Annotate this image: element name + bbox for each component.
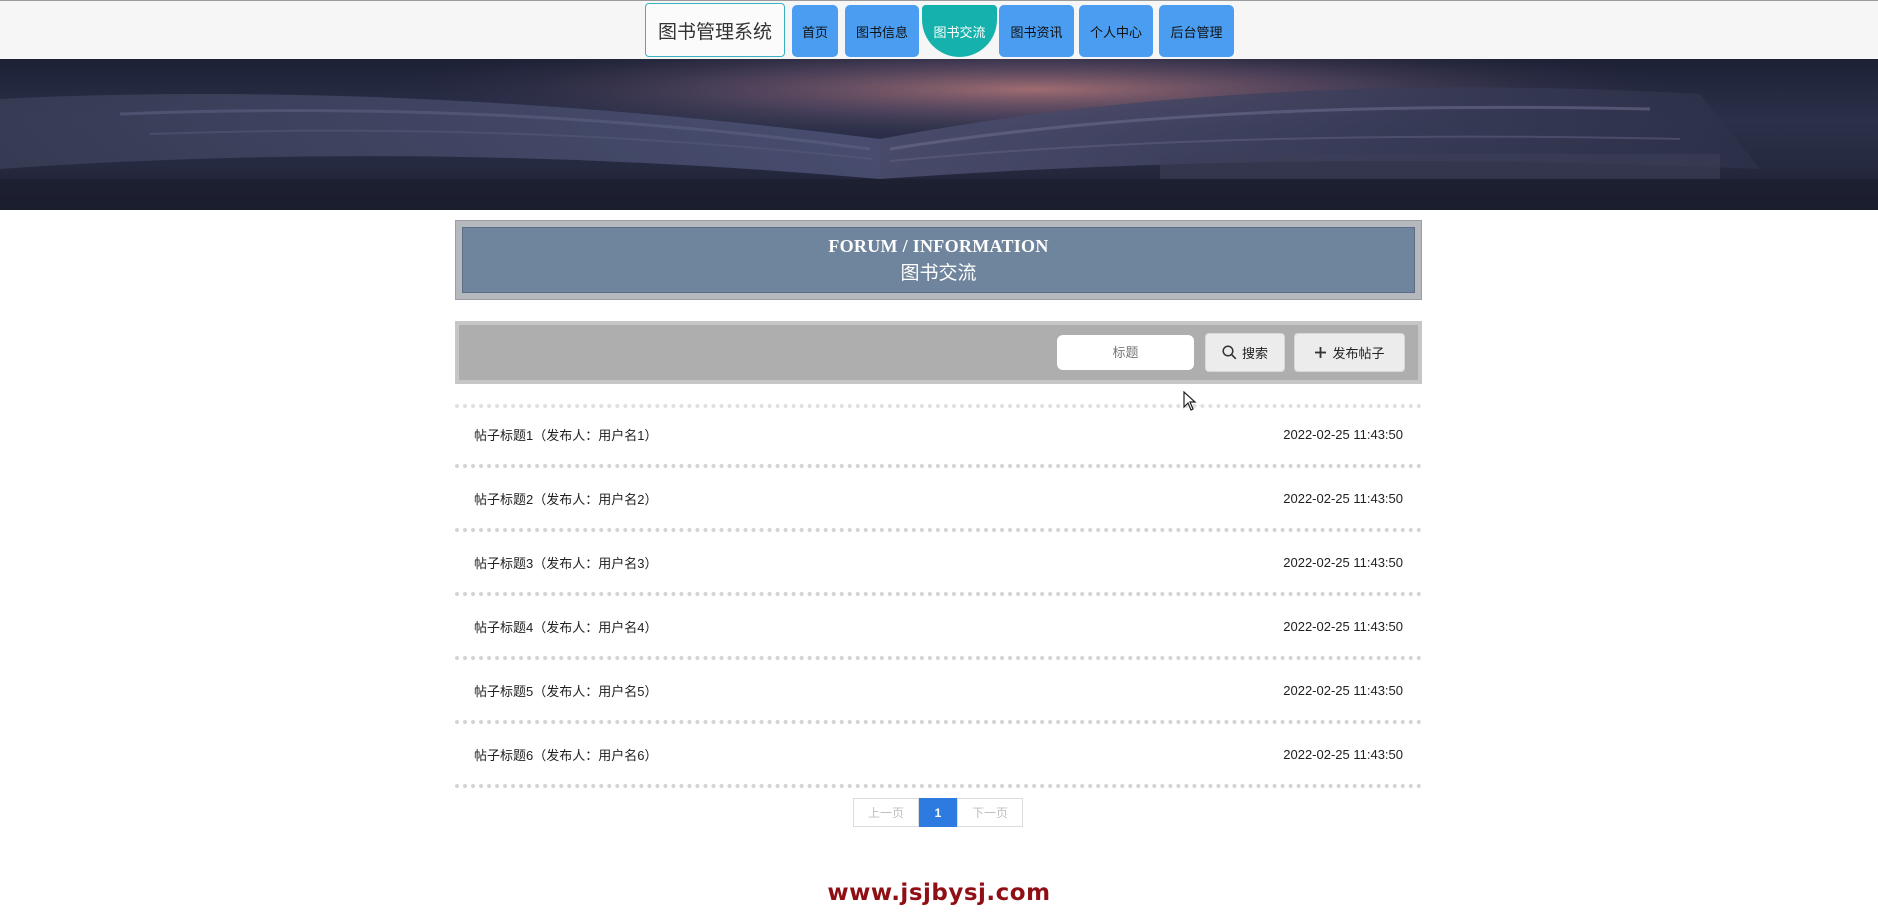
plus-icon [1314, 346, 1327, 359]
nav-personal-center[interactable]: 个人中心 [1079, 5, 1153, 57]
page-number-current[interactable]: 1 [919, 798, 957, 827]
open-book-illustration [0, 59, 1878, 210]
next-page-button[interactable]: 下一页 [957, 798, 1023, 827]
search-button-label: 搜索 [1241, 346, 1268, 361]
nav-admin[interactable]: 后台管理 [1159, 5, 1234, 57]
pagination: 上一页 1 下一页 [853, 798, 1023, 827]
top-navbar: 图书管理系统 首页 图书信息 图书交流 图书资讯 个人中心 后台管理 [0, 0, 1878, 59]
mouse-cursor-icon [1183, 390, 1197, 416]
section-title-english: FORUM / INFORMATION [828, 235, 1049, 256]
nav-book-news[interactable]: 图书资讯 [999, 5, 1074, 57]
title-search-input[interactable] [1057, 335, 1194, 370]
search-toolbar: 搜索 发布帖子 [455, 321, 1422, 384]
search-icon [1222, 345, 1237, 360]
post-title[interactable]: 帖子标题4（发布人：用户名4） [474, 617, 657, 636]
post-title[interactable]: 帖子标题1（发布人：用户名1） [474, 425, 657, 444]
nav-home[interactable]: 首页 [792, 5, 838, 57]
post-time: 2022-02-25 11:43:50 [1283, 554, 1403, 570]
post-title[interactable]: 帖子标题6（发布人：用户名6） [474, 745, 657, 764]
post-title[interactable]: 帖子标题2（发布人：用户名2） [474, 489, 657, 508]
list-item[interactable]: 帖子标题3（发布人：用户名3） 2022-02-25 11:43:50 [455, 532, 1422, 596]
list-item[interactable]: 帖子标题6（发布人：用户名6） 2022-02-25 11:43:50 [455, 724, 1422, 788]
post-time: 2022-02-25 11:43:50 [1283, 682, 1403, 698]
prev-page-button[interactable]: 上一页 [853, 798, 919, 827]
list-item[interactable]: 帖子标题1（发布人：用户名1） 2022-02-25 11:43:50 [455, 404, 1422, 468]
list-item[interactable]: 帖子标题2（发布人：用户名2） 2022-02-25 11:43:50 [455, 468, 1422, 532]
forum-post-list: 帖子标题1（发布人：用户名1） 2022-02-25 11:43:50 帖子标题… [455, 404, 1422, 788]
list-item[interactable]: 帖子标题4（发布人：用户名4） 2022-02-25 11:43:50 [455, 596, 1422, 660]
section-title-chinese: 图书交流 [900, 262, 977, 284]
nav-book-forum[interactable]: 图书交流 [922, 5, 997, 57]
nav-book-info[interactable]: 图书信息 [845, 5, 919, 57]
list-item[interactable]: 帖子标题5（发布人：用户名5） 2022-02-25 11:43:50 [455, 660, 1422, 724]
section-title-inner: FORUM / INFORMATION 图书交流 [462, 227, 1415, 293]
publish-post-button[interactable]: 发布帖子 [1294, 333, 1405, 372]
site-logo-brand[interactable]: 图书管理系统 [645, 3, 785, 57]
post-title[interactable]: 帖子标题3（发布人：用户名3） [474, 553, 657, 572]
post-time: 2022-02-25 11:43:50 [1283, 618, 1403, 634]
search-button[interactable]: 搜索 [1205, 333, 1285, 372]
publish-button-label: 发布帖子 [1332, 346, 1385, 361]
section-title-panel: FORUM / INFORMATION 图书交流 [455, 220, 1422, 300]
post-time: 2022-02-25 11:43:50 [1283, 490, 1403, 506]
post-time: 2022-02-25 11:43:50 [1283, 746, 1403, 762]
footer-watermark: www.jsjbysj.com [827, 880, 1051, 906]
post-time: 2022-02-25 11:43:50 [1283, 426, 1403, 442]
post-title[interactable]: 帖子标题5（发布人：用户名5） [474, 681, 657, 700]
hero-banner-image [0, 59, 1878, 210]
